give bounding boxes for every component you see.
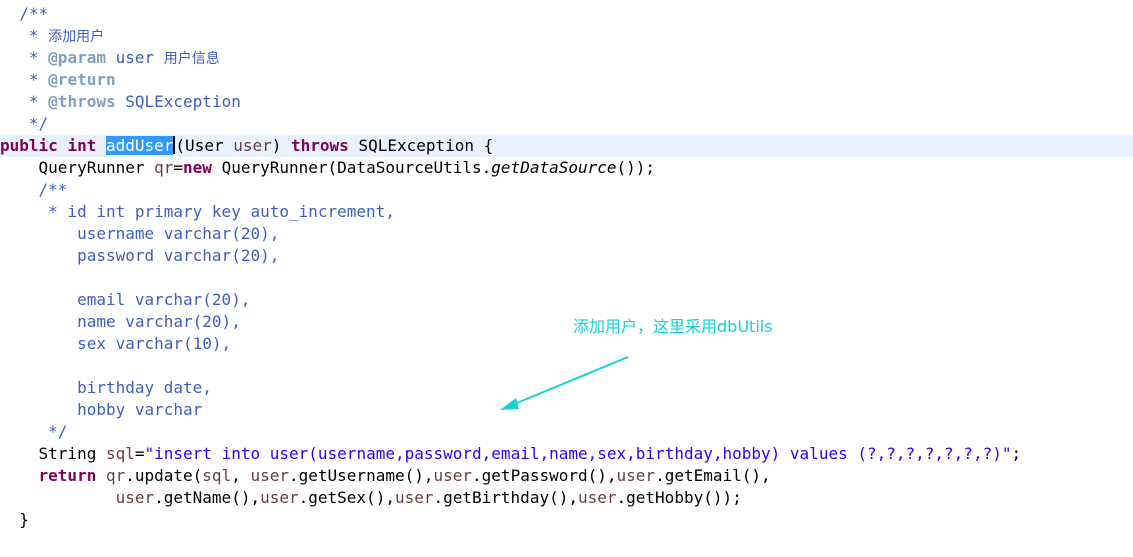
- arrow-shaft: [511, 356, 629, 406]
- annotation-arrow-icon: [500, 356, 629, 410]
- arrow-head: [500, 398, 519, 410]
